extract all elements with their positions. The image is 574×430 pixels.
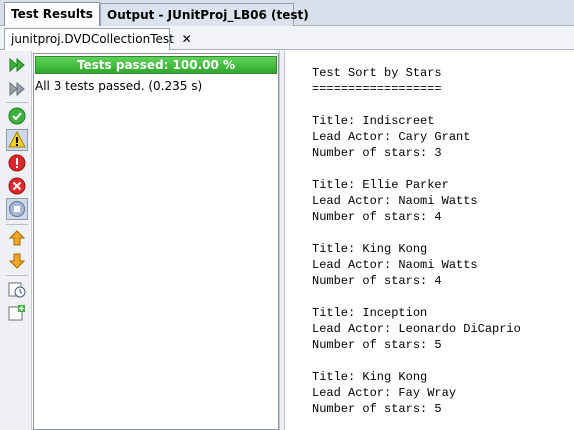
- tab-output[interactable]: Output - JUnitProj_LB06 (test): [100, 3, 309, 26]
- tab-label: Output - JUnitProj_LB06 (test): [107, 8, 309, 22]
- test-results-panel: Tests passed: 100.00 % All 3 tests passe…: [33, 53, 279, 430]
- show-errors-button[interactable]: [7, 176, 27, 196]
- output-line: Lead Actor: Leonardo DiCaprio: [312, 322, 521, 336]
- add-test-button[interactable]: [7, 303, 27, 323]
- output-line: Lead Actor: Cary Grant: [312, 130, 471, 144]
- sort-by-time-button[interactable]: [7, 280, 27, 300]
- output-line: Title: Inception: [312, 306, 428, 320]
- close-icon[interactable]: ✕: [182, 32, 192, 46]
- test-results-toolbar: [0, 51, 32, 430]
- test-progress-bar: Tests passed: 100.00 %: [35, 56, 277, 74]
- test-summary[interactable]: All 3 tests passed. (0.235 s): [35, 79, 202, 93]
- output-line: Title: Ellie Parker: [312, 178, 449, 192]
- output-line: Number of stars: 3: [312, 146, 442, 160]
- output-line: Lead Actor: Fay Wray: [312, 386, 457, 400]
- tab-test-results[interactable]: Test Results ✕: [4, 2, 111, 26]
- toolbar-separator: [6, 102, 28, 103]
- next-failure-button[interactable]: [7, 251, 27, 271]
- output-line: [312, 161, 521, 177]
- output-line: ==================: [312, 82, 442, 96]
- output-line: Title: King Kong: [312, 242, 428, 256]
- show-passed-icon: [8, 107, 26, 125]
- tab-label: junitproj.DVDCollectionTest: [11, 32, 174, 46]
- output-line: Number of stars: 4: [312, 210, 442, 224]
- output-line: Number of stars: 4: [312, 274, 442, 288]
- output-text: Test Sort by Stars ================== Titl…: [312, 65, 521, 417]
- show-warnings-button[interactable]: [6, 129, 28, 151]
- sort-by-time-icon: [8, 282, 26, 298]
- next-failure-icon: [8, 253, 26, 269]
- output-line: [312, 289, 521, 305]
- previous-failure-icon: [8, 230, 26, 246]
- panel-splitter[interactable]: [279, 51, 285, 430]
- show-errors-icon: [8, 177, 26, 195]
- output-line: Lead Actor: Naomi Watts: [312, 194, 478, 208]
- test-output-panel[interactable]: Test Sort by Stars ================== Titl…: [286, 51, 574, 430]
- show-aborted-button[interactable]: [6, 198, 28, 220]
- output-line: Title: Indiscreet: [312, 114, 435, 128]
- test-class-tab-bar: junitproj.DVDCollectionTest ✕: [0, 26, 574, 50]
- show-aborted-icon: [9, 201, 25, 217]
- show-failures-icon: [8, 154, 26, 172]
- output-line: Test Sort by Stars: [312, 66, 442, 80]
- add-test-icon: [8, 305, 25, 321]
- output-line: Number of stars: 5: [312, 338, 442, 352]
- toolbar-separator: [6, 224, 28, 225]
- toolbar-separator: [6, 275, 28, 276]
- top-tab-bar: Test Results ✕ Output - JUnitProj_LB06 (…: [0, 0, 574, 26]
- output-line: Number of stars: 5: [312, 402, 442, 416]
- rerun-failed-button[interactable]: [7, 79, 27, 99]
- rerun-icon: [9, 57, 25, 73]
- show-failures-button[interactable]: [7, 153, 27, 173]
- output-line: Title: King Kong: [312, 370, 428, 384]
- show-passed-button[interactable]: [7, 106, 27, 126]
- rerun-button[interactable]: [7, 55, 27, 75]
- output-line: Lead Actor: Naomi Watts: [312, 258, 478, 272]
- output-line: [312, 225, 521, 241]
- show-warnings-icon: [8, 131, 26, 148]
- rerun-failed-icon: [9, 81, 25, 97]
- output-line: [312, 97, 521, 113]
- output-line: [312, 353, 521, 369]
- tab-label: Test Results: [11, 7, 93, 21]
- previous-failure-button[interactable]: [7, 228, 27, 248]
- tab-dvd-collection-test[interactable]: junitproj.DVDCollectionTest ✕: [4, 28, 192, 50]
